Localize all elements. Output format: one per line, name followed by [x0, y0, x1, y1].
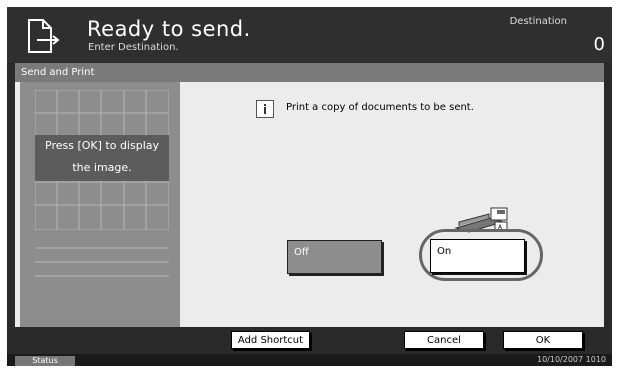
datetime: 10/10/2007 1010 — [536, 355, 606, 364]
preview-message-line1: Press [OK] to display — [45, 139, 159, 152]
info-text: Print a copy of documents to be sent. — [286, 102, 474, 113]
destination-label: Destination — [509, 16, 567, 27]
status-button[interactable]: Status — [15, 356, 75, 366]
on-button[interactable]: On — [430, 239, 525, 273]
add-shortcut-button[interactable]: Add Shortcut — [231, 331, 310, 349]
preview-lines — [35, 247, 169, 277]
status-bar — [7, 354, 612, 366]
destination-count: 0 — [593, 34, 605, 55]
off-button[interactable]: Off — [287, 240, 382, 274]
preview-message: Press [OK] to display the image. — [35, 135, 169, 181]
info-icon — [256, 100, 274, 118]
page-subtitle: Enter Destination. — [88, 42, 179, 53]
send-document-icon — [28, 19, 60, 53]
cancel-button[interactable]: Cancel — [404, 331, 484, 349]
section-title: Send and Print — [15, 63, 604, 82]
ok-button[interactable]: OK — [503, 331, 583, 349]
page-title: Ready to send. — [87, 17, 251, 41]
preview-message-line2: the image. — [72, 161, 132, 174]
